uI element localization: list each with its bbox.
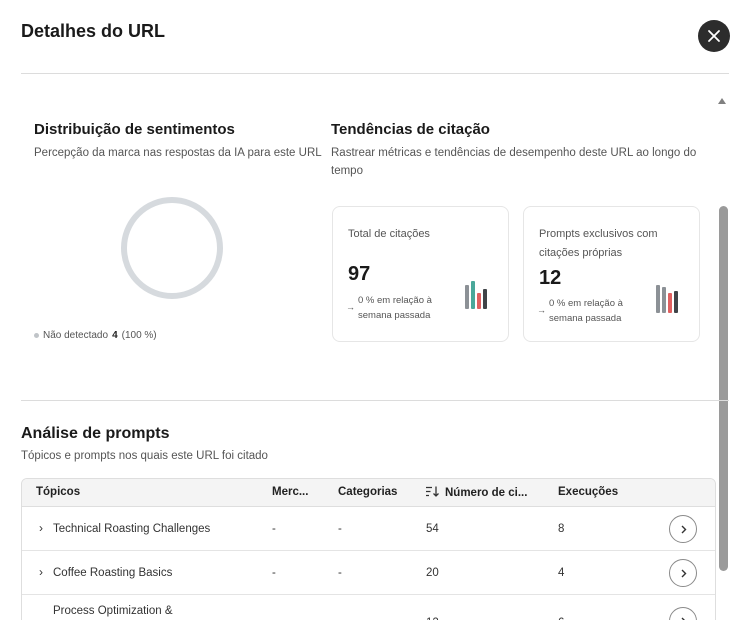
sort-descending-icon[interactable] (426, 486, 439, 497)
modal-title: Detalhes do URL (21, 21, 166, 41)
prompts-subtitle: Tópicos e prompts nos quais este URL foi… (21, 450, 268, 462)
row-market: - (272, 523, 276, 535)
trend-text-line1: 0 % em relação à (358, 295, 432, 306)
section-divider (21, 400, 729, 401)
prompts-title: Análise de prompts (21, 425, 170, 442)
scrollbar-thumb[interactable] (719, 206, 728, 571)
chevron-right-icon (681, 569, 686, 577)
column-categories[interactable]: Categorias (338, 486, 397, 498)
legend-percent: (100 %) (121, 330, 157, 341)
total-citations-card: Total de citações 97 → 0 % em relação à … (332, 206, 509, 342)
arrow-right-icon: → (537, 305, 546, 315)
mini-bar (477, 293, 481, 309)
row-category: - (338, 567, 342, 579)
row-open-button[interactable] (669, 559, 697, 587)
legend-label: Não detectado (43, 330, 109, 341)
mini-bar (465, 285, 469, 309)
column-topics[interactable]: Tópicos (36, 486, 80, 498)
row-topic: Coffee Roasting Basics (53, 567, 173, 579)
row-category: - (338, 523, 342, 535)
row-market: - (272, 567, 276, 579)
card-label: Total de citações (348, 228, 430, 240)
row-open-button[interactable] (669, 515, 697, 543)
card-value: 12 (539, 267, 562, 289)
arrow-right-icon: → (346, 302, 355, 312)
mini-bar (483, 289, 487, 309)
card-trend: → 0 % em relação à semana passada (346, 293, 432, 323)
mini-bar (656, 285, 660, 313)
row-topic: Process Optimization & (53, 605, 173, 617)
sentiment-title: Distribuição de sentimentos (34, 121, 235, 138)
column-citations[interactable]: Número de ci... (426, 486, 527, 499)
table-row[interactable]: › Process Optimization & 12 6 (22, 595, 715, 620)
close-icon (708, 30, 720, 42)
card-label: Prompts exclusivos com citações próprias (539, 225, 689, 263)
column-market[interactable]: Merc... (272, 486, 308, 498)
donut-ring-undetected (121, 197, 223, 299)
close-button[interactable] (698, 20, 730, 52)
sentiment-donut-chart (121, 197, 223, 299)
card-label-line2: citações próprias (539, 247, 623, 259)
legend-dot-undetected (34, 333, 39, 338)
mini-bar (662, 287, 666, 313)
sentiment-legend: Não detectado 4 (100 %) (34, 330, 157, 341)
expand-chevron-icon[interactable]: › (39, 615, 43, 620)
column-citations-label: Número de ci... (445, 487, 528, 499)
row-topic: Technical Roasting Challenges (53, 523, 211, 535)
chevron-right-icon (681, 525, 686, 533)
expand-chevron-icon[interactable]: › (39, 565, 43, 579)
citation-subtitle: Rastrear métricas e tendências de desemp… (331, 144, 696, 180)
sentiment-subtitle: Percepção da marca nas respostas da IA p… (34, 147, 322, 159)
chevron-right-icon (681, 617, 685, 620)
trend-text-line1: 0 % em relação à (549, 298, 623, 309)
prompts-table: Tópicos Merc... Categorias Número de ci.… (21, 478, 716, 620)
citation-subtitle-line2: tempo (331, 165, 363, 177)
table-row[interactable]: › Coffee Roasting Basics - - 20 4 (22, 551, 715, 595)
citation-title: Tendências de citação (331, 121, 490, 138)
mini-bar (471, 281, 475, 309)
row-citations: 54 (426, 523, 439, 535)
table-header: Tópicos Merc... Categorias Número de ci.… (22, 479, 715, 507)
citation-subtitle-line1: Rastrear métricas e tendências de desemp… (331, 147, 697, 159)
row-executions: 4 (558, 567, 565, 579)
card-label-line1: Prompts exclusivos com (539, 228, 658, 240)
card-trend: → 0 % em relação à semana passada (537, 296, 623, 326)
trend-text-line2: semana passada (549, 313, 622, 324)
row-executions: 8 (558, 523, 565, 535)
mini-bar-chart-icon (656, 283, 678, 313)
column-executions[interactable]: Execuções (558, 486, 618, 498)
mini-bar-chart-icon (465, 279, 487, 309)
header-divider (21, 73, 729, 74)
trend-text-line2: semana passada (358, 310, 431, 321)
legend-count: 4 (112, 330, 118, 341)
mini-bar (668, 293, 672, 313)
exclusive-prompts-card: Prompts exclusivos com citações próprias… (523, 206, 700, 342)
row-citations: 20 (426, 567, 439, 579)
table-row[interactable]: › Technical Roasting Challenges - - 54 8 (22, 507, 715, 551)
scroll-up-arrow-icon[interactable] (718, 98, 726, 104)
expand-chevron-icon[interactable]: › (39, 521, 43, 535)
row-open-button[interactable] (669, 607, 697, 620)
mini-bar (674, 291, 678, 313)
card-value: 97 (348, 263, 371, 285)
